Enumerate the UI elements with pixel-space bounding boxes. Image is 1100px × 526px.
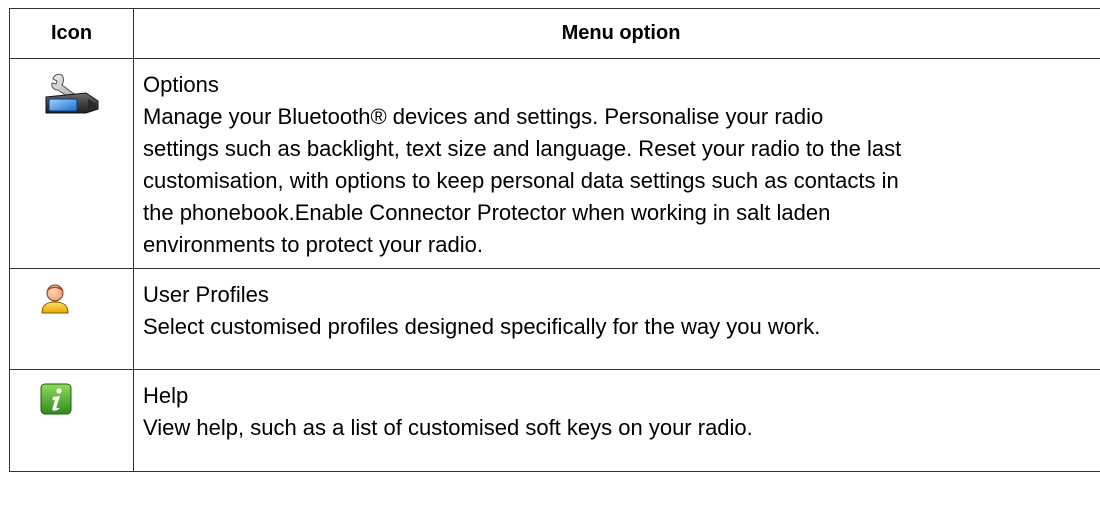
- option-title: Help: [143, 383, 189, 408]
- table-row: Help View help, such as a list of custom…: [9, 369, 1100, 472]
- option-description-cell: User Profiles Select customised profiles…: [133, 268, 1100, 370]
- table-row: Options Manage your Bluetooth® devices a…: [9, 58, 1100, 269]
- option-description: Select customised profiles designed spec…: [143, 314, 821, 339]
- header-menu-option: Menu option: [133, 8, 1100, 59]
- wrench-radio-icon: [40, 71, 104, 120]
- option-description-cell: Options Manage your Bluetooth® devices a…: [133, 58, 1100, 269]
- info-help-icon: [40, 383, 72, 420]
- icon-cell: [9, 268, 134, 370]
- option-description: View help, such as a list of customised …: [143, 415, 753, 440]
- menu-options-table: Icon Menu option Options Manage your Blu…: [9, 8, 1100, 472]
- table-header-row: Icon Menu option: [9, 8, 1100, 59]
- icon-cell: [9, 369, 134, 472]
- option-description: Manage your Bluetooth® devices and setti…: [143, 104, 902, 257]
- option-description-cell: Help View help, such as a list of custom…: [133, 369, 1100, 472]
- option-title: Options: [143, 72, 219, 97]
- user-profile-icon: [39, 282, 71, 319]
- icon-cell: [9, 58, 134, 269]
- option-title: User Profiles: [143, 282, 269, 307]
- table-row: User Profiles Select customised profiles…: [9, 268, 1100, 370]
- header-icon: Icon: [9, 8, 134, 59]
